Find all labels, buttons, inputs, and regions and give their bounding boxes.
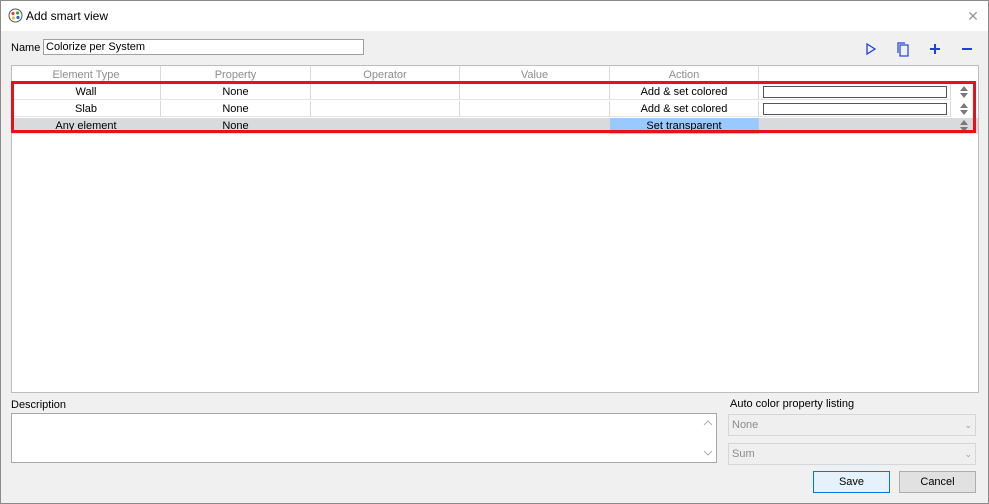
column-header-property[interactable]: Property: [161, 66, 311, 82]
cell-action[interactable]: Set transparent: [610, 118, 759, 134]
auto-color-aggregate-select[interactable]: Sum ⌄: [728, 443, 976, 465]
title-bar: Add smart view ✕: [1, 1, 988, 31]
column-header-operator[interactable]: Operator: [311, 66, 460, 82]
column-header-action[interactable]: Action: [610, 66, 759, 82]
chevron-down-icon: ⌄: [964, 449, 972, 459]
table-row[interactable]: Slab None Add & set colored: [12, 101, 978, 118]
save-button[interactable]: Save: [813, 471, 890, 493]
cell-operator[interactable]: [311, 118, 460, 134]
table-row[interactable]: Wall None Add & set colored: [12, 84, 978, 101]
cell-color[interactable]: [759, 118, 951, 134]
minus-icon[interactable]: [957, 39, 977, 59]
cell-value[interactable]: [460, 84, 610, 100]
close-icon[interactable]: ✕: [958, 1, 988, 31]
name-label: Name: [11, 42, 41, 54]
description-label: Description: [11, 399, 67, 411]
column-header-color: [759, 66, 978, 82]
cell-operator[interactable]: [311, 101, 460, 117]
reorder-arrows-icon[interactable]: [958, 85, 970, 99]
table-row-selected[interactable]: Any element None Set transparent: [12, 118, 978, 135]
cancel-button[interactable]: Cancel: [899, 471, 976, 493]
auto-color-property-value: None: [732, 419, 759, 431]
color-swatch[interactable]: [763, 86, 947, 98]
window-title: Add smart view: [26, 9, 109, 23]
cell-element-type[interactable]: Wall: [12, 84, 161, 100]
rules-grid: Element Type Property Operator Value Act…: [11, 65, 979, 393]
plus-icon[interactable]: [925, 39, 945, 59]
cell-value[interactable]: [460, 118, 610, 134]
cell-value[interactable]: [460, 101, 610, 117]
column-header-value[interactable]: Value: [460, 66, 610, 82]
app-icon: [8, 8, 23, 23]
cell-property[interactable]: None: [161, 118, 311, 134]
cell-element-type[interactable]: Any element: [12, 118, 161, 134]
cell-property[interactable]: None: [161, 84, 311, 100]
grid-header: Element Type Property Operator Value Act…: [12, 66, 978, 82]
reorder-arrows-icon[interactable]: [958, 119, 970, 133]
cell-action[interactable]: Add & set colored: [610, 84, 759, 100]
description-scrollbar[interactable]: [700, 414, 716, 462]
name-input[interactable]: Colorize per System: [43, 39, 364, 55]
copy-icon[interactable]: [893, 39, 913, 59]
cell-operator[interactable]: [311, 84, 460, 100]
cell-element-type[interactable]: Slab: [12, 101, 161, 117]
smart-view-dialog: Add smart view ✕ Name Colorize per Syste…: [0, 0, 989, 504]
description-textarea[interactable]: [11, 413, 717, 463]
color-swatch[interactable]: [763, 103, 947, 115]
reorder-arrows-icon[interactable]: [958, 102, 970, 116]
play-icon[interactable]: [861, 39, 881, 59]
auto-color-aggregate-value: Sum: [732, 448, 755, 460]
auto-color-property-select[interactable]: None ⌄: [728, 414, 976, 436]
column-header-element-type[interactable]: Element Type: [12, 66, 161, 82]
cell-action[interactable]: Add & set colored: [610, 101, 759, 117]
auto-color-label: Auto color property listing: [730, 398, 855, 410]
cell-property[interactable]: None: [161, 101, 311, 117]
chevron-down-icon: ⌄: [964, 420, 972, 430]
